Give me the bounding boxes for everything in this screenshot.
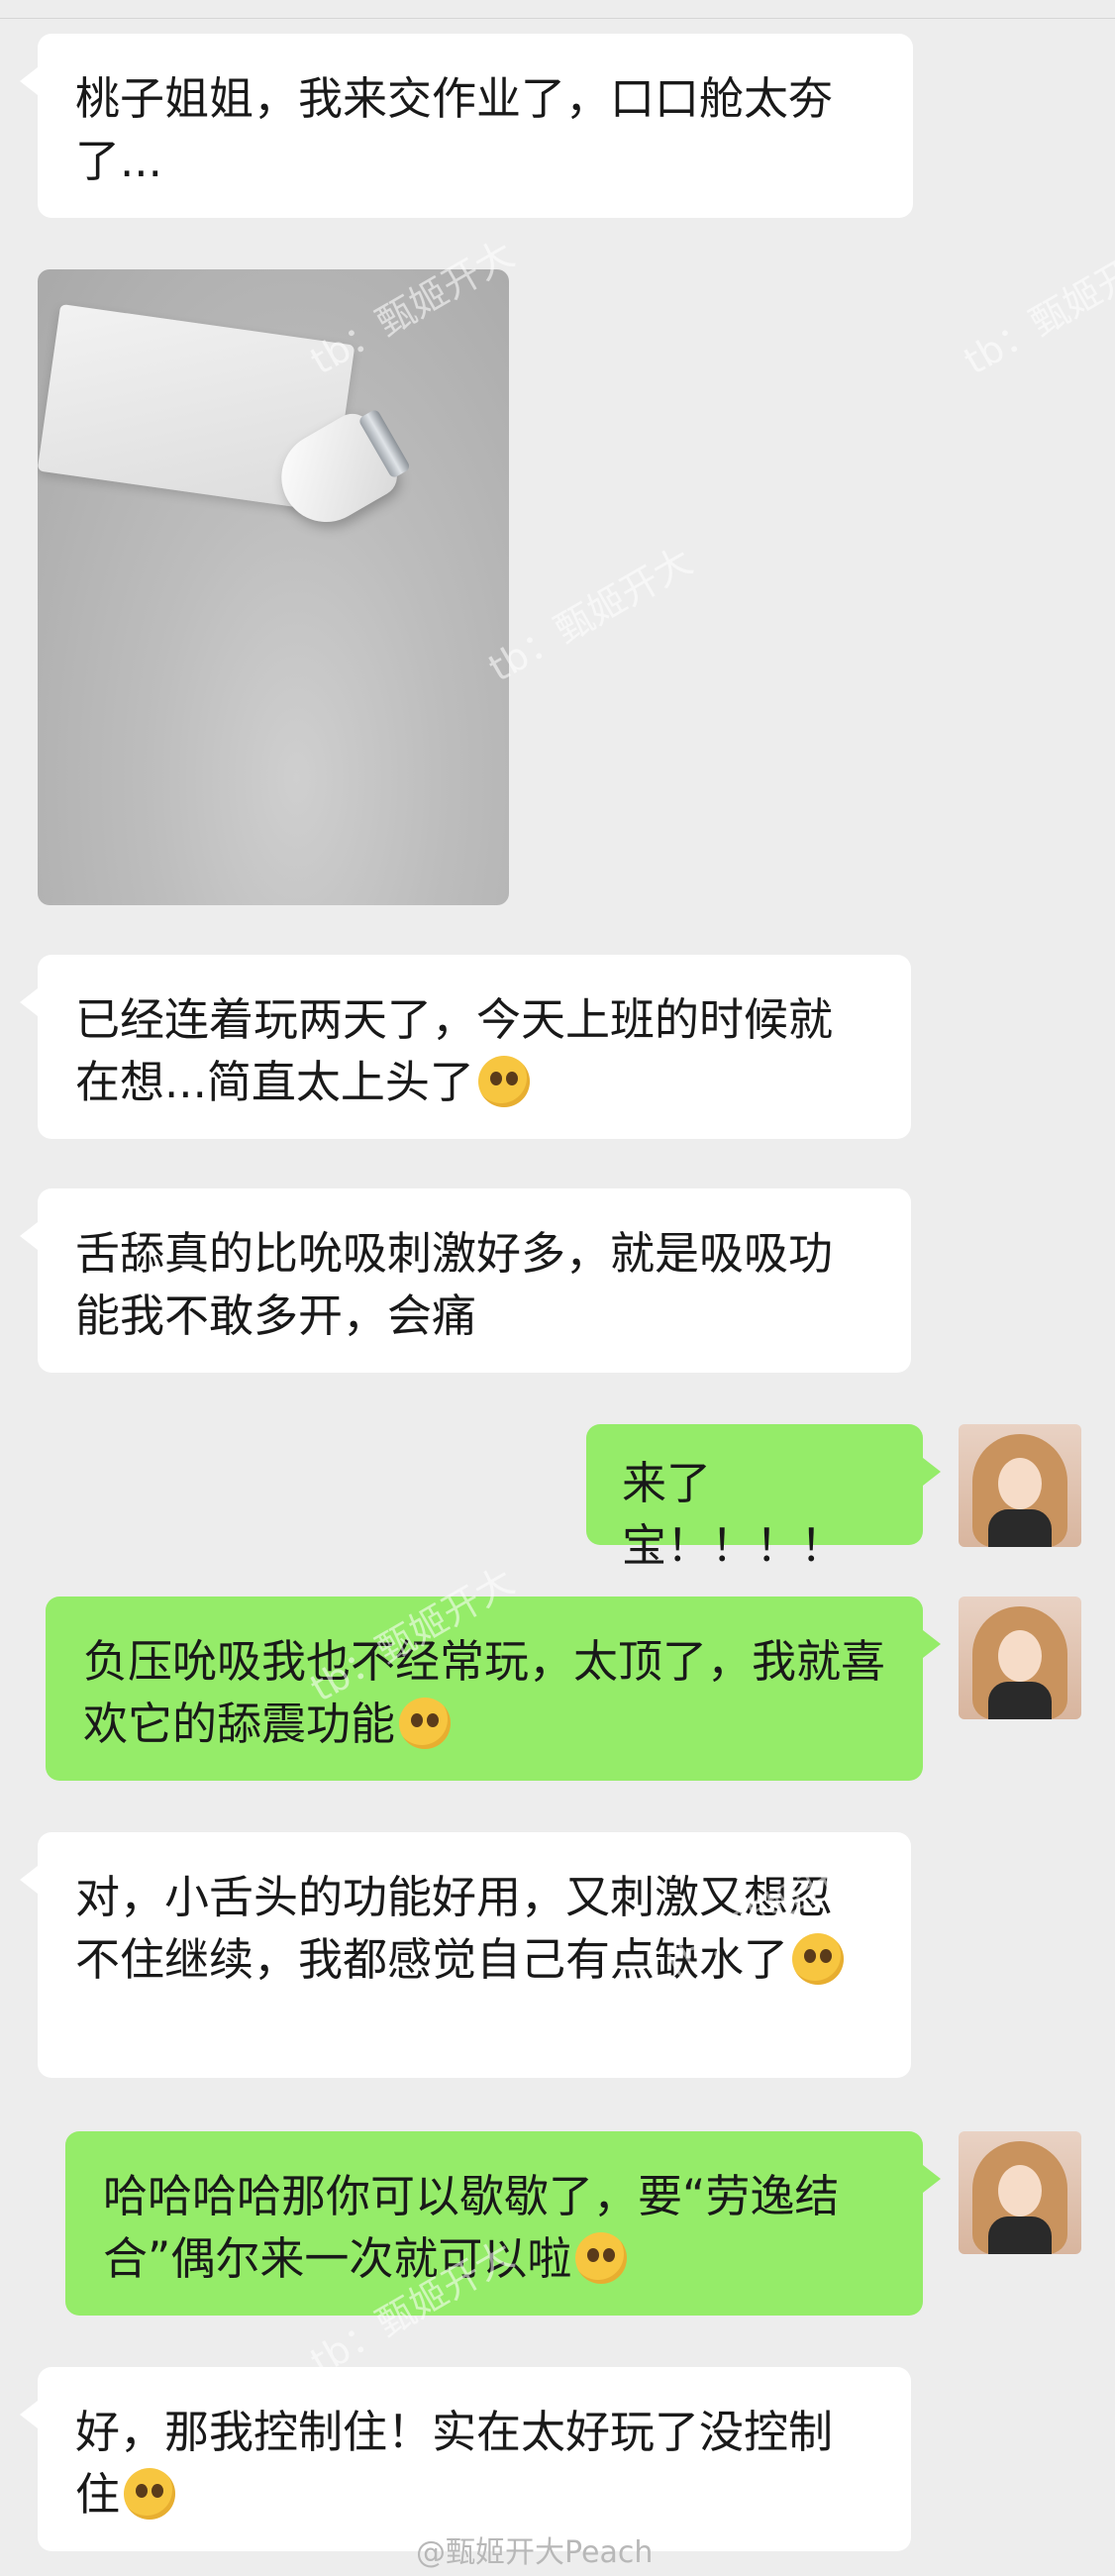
message-bubble-outgoing[interactable]: 负压吮吸我也不经常玩，太顶了，我就喜欢它的舔震功能 [46, 1597, 941, 1781]
tongue-out-emoji-icon [399, 1698, 452, 1749]
message-text: 桃子姐姐，我来交作业了，口口舱太夯了... [75, 72, 834, 187]
pleading-face-emoji-icon [792, 1933, 845, 1985]
avatar[interactable] [959, 2131, 1081, 2254]
avatar-body [988, 1509, 1052, 1547]
message-text: 来了宝！！！！ [622, 1457, 846, 1572]
watermark: tb：甄姬开大 [957, 232, 1115, 383]
avatar-face [998, 1458, 1042, 1509]
message-bubble-incoming[interactable]: 桃子姐姐，我来交作业了，口口舱太夯了... [20, 34, 913, 218]
wink-face-emoji-icon [575, 2232, 628, 2284]
avatar-body [988, 1682, 1052, 1719]
message-text: 哈哈哈哈那你可以歇歇了，要“劳逸结合”偶尔来一次就可以啦 [103, 2170, 840, 2285]
message-bubble-incoming[interactable]: 对，小舌头的功能好用，又刺激又想忍不住继续，我都感觉自己有点缺水了 [20, 1832, 911, 2078]
message-bubble-incoming[interactable]: 舌舔真的比吮吸刺激好多，就是吸吸功能我不敢多开，会痛 [20, 1188, 911, 1373]
avatar[interactable] [959, 1424, 1081, 1547]
message-bubble-outgoing[interactable]: 来了宝！！！！ [586, 1424, 941, 1572]
message-text: 已经连着玩两天了，今天上班的时候就在想...简直太上头了 [75, 993, 834, 1108]
message-bubble-incoming[interactable]: 已经连着玩两天了，今天上班的时候就在想...简直太上头了 [20, 955, 911, 1139]
pleading-face-emoji-icon [477, 1056, 530, 1107]
status-bar-edge [0, 0, 1115, 19]
photo-message[interactable] [38, 269, 509, 905]
avatar-body [988, 2216, 1052, 2254]
avatar-face [998, 2165, 1042, 2216]
message-bubble-incoming[interactable]: 好，那我控制住！实在太好玩了没控制住 [20, 2367, 911, 2551]
avatar[interactable] [959, 1597, 1081, 1719]
pleading-face-emoji-icon [124, 2468, 176, 2520]
watermark: tb：甄姬开大 [481, 539, 700, 690]
message-text: 负压吮吸我也不经常玩，太顶了，我就喜欢它的舔震功能 [83, 1635, 886, 1750]
message-text: 舌舔真的比吮吸刺激好多，就是吸吸功能我不敢多开，会痛 [75, 1227, 834, 1342]
message-text: 好，那我控制住！实在太好玩了没控制住 [75, 2406, 834, 2521]
avatar-face [998, 1630, 1042, 1682]
message-bubble-outgoing[interactable]: 哈哈哈哈那你可以歇歇了，要“劳逸结合”偶尔来一次就可以啦 [65, 2131, 941, 2316]
signature-watermark: @甄姬开大Peach [416, 2535, 654, 2570]
message-text: 对，小舌头的功能好用，又刺激又想忍不住继续，我都感觉自己有点缺水了 [75, 1871, 834, 1986]
